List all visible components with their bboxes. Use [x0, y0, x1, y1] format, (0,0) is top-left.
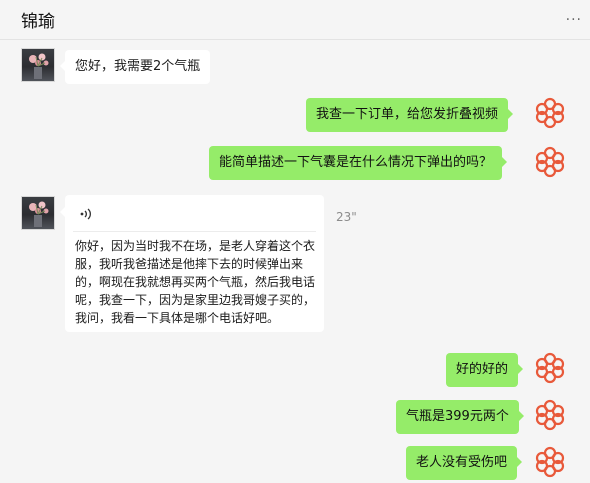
chat-header: 锦瑜 ··· — [0, 0, 590, 40]
voice-transcript: 你好，因为当时我不在场，是老人穿着这个衣服，我听我爸描述是他摔下去的时候弹出来的… — [75, 239, 316, 325]
flower-logo-icon[interactable] — [533, 351, 567, 385]
contact-avatar[interactable] — [21, 196, 55, 230]
message-bubble-outgoing[interactable]: 我查一下订单，给您发折叠视频 — [306, 98, 514, 132]
voice-wave-icon[interactable] — [79, 206, 93, 225]
message-bubble-incoming[interactable]: 您好，我需要2个气瓶 — [59, 50, 211, 84]
flower-logo-icon[interactable] — [533, 145, 567, 179]
voice-message-card[interactable]: 你好，因为当时我不在场，是老人穿着这个衣服，我听我爸描述是他摔下去的时候弹出来的… — [60, 195, 324, 332]
voice-divider — [73, 231, 316, 232]
message-bubble-outgoing[interactable]: 能简单描述一下气囊是在什么情况下弹出的吗？ — [209, 146, 508, 180]
voice-duration: 23" — [336, 210, 357, 224]
message-bubble-outgoing[interactable]: 老人没有受伤吧 — [406, 446, 523, 480]
flower-logo-icon[interactable] — [533, 445, 567, 479]
message-bubble-outgoing[interactable]: 好的好的 — [446, 353, 524, 387]
contact-avatar[interactable] — [21, 48, 55, 82]
more-options-icon[interactable]: ··· — [566, 12, 582, 28]
chat-title: 锦瑜 — [21, 12, 55, 32]
flower-logo-icon[interactable] — [533, 96, 567, 130]
flower-logo-icon[interactable] — [533, 398, 567, 432]
message-bubble-outgoing[interactable]: 气瓶是399元两个 — [396, 400, 524, 434]
